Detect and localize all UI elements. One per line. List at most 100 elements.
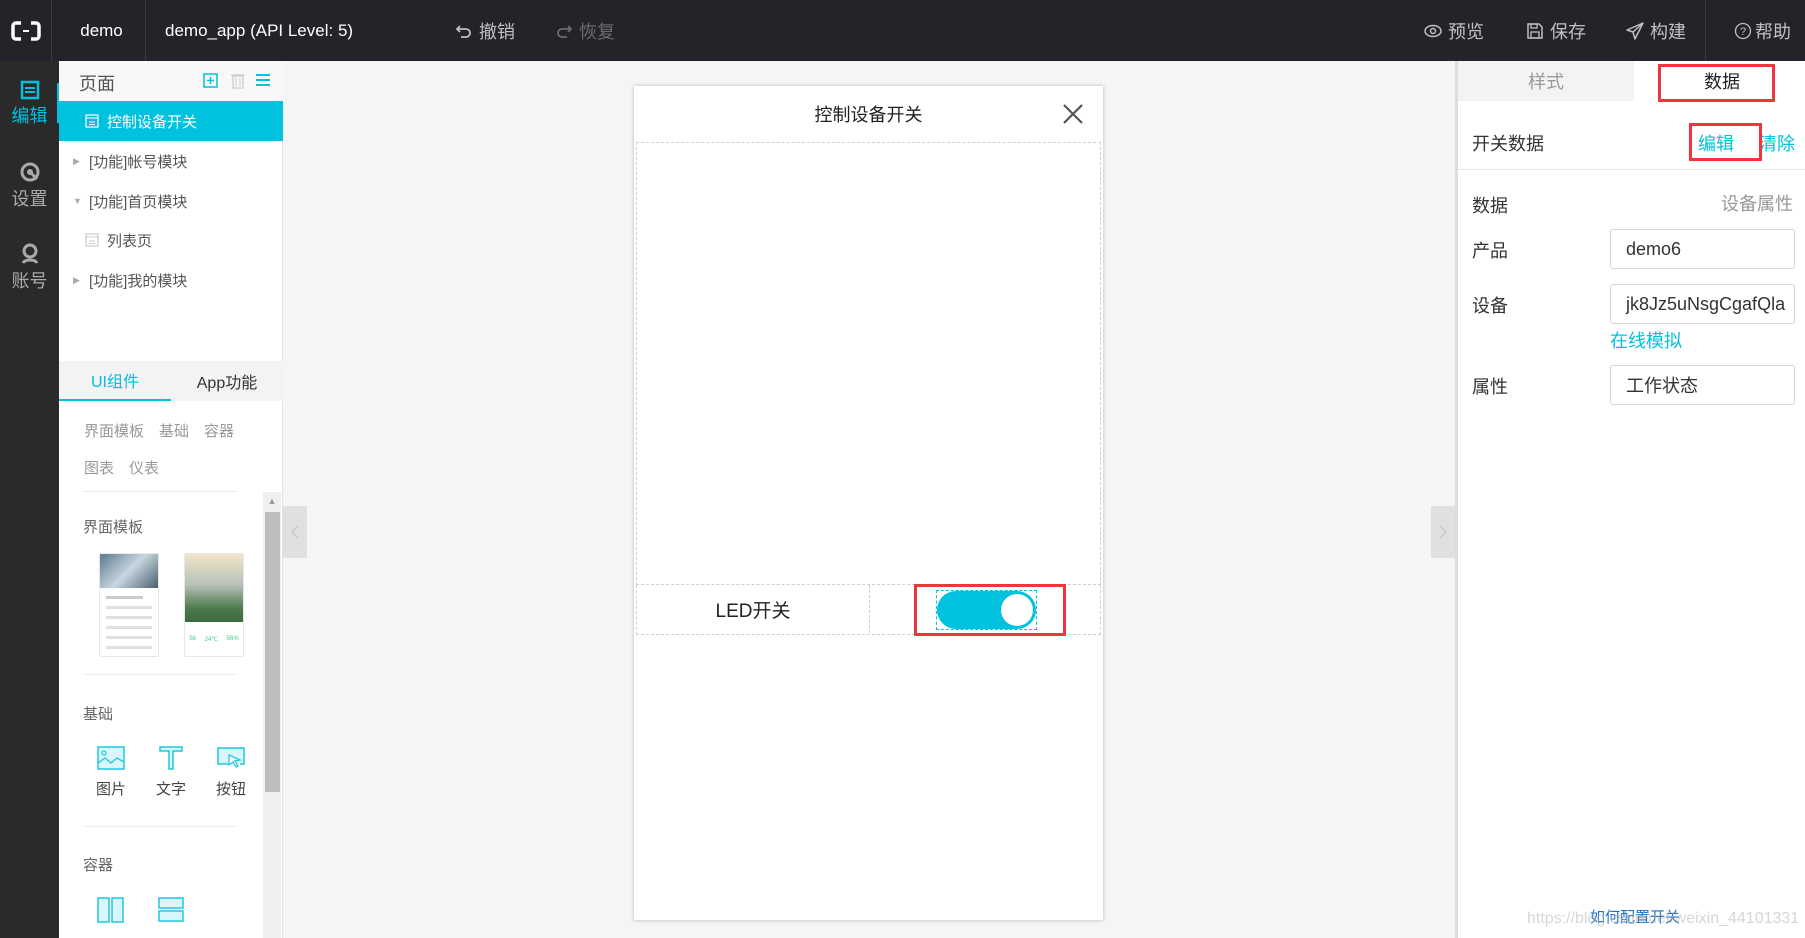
phone-title: 控制设备开关 xyxy=(814,105,923,125)
page-icon xyxy=(85,233,99,247)
component-tabs: UI组件 App功能 xyxy=(59,361,283,401)
category-basic[interactable]: 基础 xyxy=(159,420,189,441)
preview-label: 预览 xyxy=(1448,21,1484,42)
divider xyxy=(83,826,237,827)
close-icon[interactable] xyxy=(1061,102,1085,126)
collapse-left-button[interactable] xyxy=(283,506,307,558)
module-item-account[interactable]: ▶ [功能]帐号模块 xyxy=(59,141,283,181)
page-item-control-switch[interactable]: 控制设备开关 xyxy=(59,101,283,141)
settings-icon xyxy=(20,162,39,182)
scroll-thumb[interactable] xyxy=(265,512,280,792)
highlight-box-switch xyxy=(914,584,1066,636)
divider xyxy=(83,491,237,492)
section-container-title: 容器 xyxy=(83,857,114,874)
project-title: demo_app (API Level: 5) xyxy=(165,20,354,40)
tool-button[interactable]: 按钮 xyxy=(206,746,256,799)
add-page-icon[interactable] xyxy=(202,72,220,90)
category-container[interactable]: 容器 xyxy=(204,420,234,441)
question-icon: ? xyxy=(1734,22,1752,39)
tool-horizontal-layout[interactable] xyxy=(86,897,136,931)
page-label: 列表页 xyxy=(107,232,153,250)
module-item-mine[interactable]: ▶ [功能]我的模块 xyxy=(59,260,283,300)
undo-icon xyxy=(455,24,471,38)
category-charts[interactable]: 图表 xyxy=(84,457,114,478)
tab-app-functions[interactable]: App功能 xyxy=(171,361,283,401)
tool-label: 图片 xyxy=(95,781,126,798)
menu-icon[interactable] xyxy=(254,71,272,89)
help-button[interactable]: ? 帮助 xyxy=(1734,0,1791,61)
account-icon xyxy=(21,243,38,264)
section-templates-title: 界面模板 xyxy=(83,519,144,536)
page-label: 控制设备开关 xyxy=(107,113,198,131)
module-item-home[interactable]: ▼ [功能]首页模块 xyxy=(59,181,283,221)
category-templates[interactable]: 界面模板 xyxy=(84,420,144,441)
tool-text[interactable]: 文字 xyxy=(146,746,196,799)
undo-label: 撤销 xyxy=(479,21,515,42)
help-section: ? 帮助 xyxy=(1705,0,1805,61)
caret-right-icon[interactable]: ▶ xyxy=(73,275,81,286)
template-value: 56 xyxy=(189,636,196,642)
highlight-box-data-tab xyxy=(1658,64,1775,102)
nav-edit-label: 编辑 xyxy=(11,106,48,126)
data-label: 数据 xyxy=(1472,196,1508,216)
redo-icon xyxy=(557,24,573,38)
category-gauges[interactable]: 仪表 xyxy=(129,457,159,478)
delete-page-icon[interactable] xyxy=(229,71,247,89)
scroll-up-icon[interactable]: ▲ xyxy=(263,492,281,510)
template-image xyxy=(100,554,158,588)
template-values: 56 24℃ 56% xyxy=(185,622,243,643)
led-switch-row[interactable]: LED开关 xyxy=(636,584,1101,636)
save-label: 保存 xyxy=(1550,21,1586,42)
app-name[interactable]: demo xyxy=(58,0,146,61)
attribute-label: 属性 xyxy=(1472,377,1508,397)
aliyun-logo-icon xyxy=(10,20,41,41)
image-placeholder-area[interactable] xyxy=(636,142,1101,585)
caret-down-icon[interactable]: ▼ xyxy=(73,196,82,206)
logo[interactable] xyxy=(0,0,52,61)
save-button[interactable]: 保存 xyxy=(1526,0,1586,61)
device-field[interactable]: jk8Jz5uNsgCgafQla xyxy=(1610,284,1795,324)
tool-image[interactable]: 图片 xyxy=(86,746,136,799)
template-image xyxy=(185,554,243,622)
top-bar: demo demo_app (API Level: 5) 撤销 恢复 预览 保存… xyxy=(0,0,1805,61)
collapse-right-button[interactable] xyxy=(1431,506,1455,558)
eye-icon xyxy=(1424,24,1442,37)
redo-label: 恢复 xyxy=(579,21,615,42)
attribute-field[interactable]: 工作状态 xyxy=(1610,365,1795,405)
button-icon xyxy=(217,747,245,768)
tab-ui-components[interactable]: UI组件 xyxy=(59,361,171,401)
build-label: 构建 xyxy=(1650,21,1686,42)
clear-link[interactable]: 清除 xyxy=(1759,130,1795,156)
undo-button[interactable]: 撤销 xyxy=(455,0,515,61)
template-device-list[interactable] xyxy=(99,553,159,657)
how-to-configure-switch-link[interactable]: 如何配置开关 xyxy=(1590,906,1680,927)
redo-button[interactable]: 恢复 xyxy=(555,0,615,61)
nav-account[interactable]: 账号 xyxy=(0,233,59,303)
section-basic-title: 基础 xyxy=(83,706,114,723)
chevron-right-icon xyxy=(1439,525,1448,539)
tool-label: 文字 xyxy=(155,781,186,798)
tab-style[interactable]: 样式 xyxy=(1458,61,1634,101)
nav-settings[interactable]: 设置 xyxy=(0,151,59,221)
online-simulate-link[interactable]: 在线模拟 xyxy=(1610,327,1682,353)
pages-panel: 页面 控制设备开关 ▶ [功能]帐号模块 ▼ [功能]首页模块 列表页 ▶ [功… xyxy=(59,61,283,938)
pages-header: 页面 xyxy=(59,61,283,101)
product-field[interactable]: demo6 xyxy=(1610,229,1795,269)
build-button[interactable]: 构建 xyxy=(1626,0,1686,61)
caret-right-icon[interactable]: ▶ xyxy=(73,156,81,167)
nav-edit[interactable]: 编辑 xyxy=(0,69,59,139)
rows-icon xyxy=(158,897,184,922)
device-label: 设备 xyxy=(1472,296,1508,316)
pages-title: 页面 xyxy=(79,74,115,94)
template-weather[interactable]: 56 24℃ 56% xyxy=(184,553,244,657)
data-source-value: 设备属性 xyxy=(1721,194,1793,214)
page-item-list[interactable]: 列表页 xyxy=(59,220,283,260)
template-value: 56% xyxy=(226,636,239,642)
left-nav: 编辑 设置 账号 xyxy=(0,61,59,938)
led-label: LED开关 xyxy=(715,600,791,622)
chevron-left-icon xyxy=(290,525,299,539)
svg-text:?: ? xyxy=(1740,26,1746,38)
tool-vertical-layout[interactable] xyxy=(146,897,196,931)
component-scrollbar[interactable]: ▲ xyxy=(263,492,281,938)
preview-button[interactable]: 预览 xyxy=(1424,0,1484,61)
